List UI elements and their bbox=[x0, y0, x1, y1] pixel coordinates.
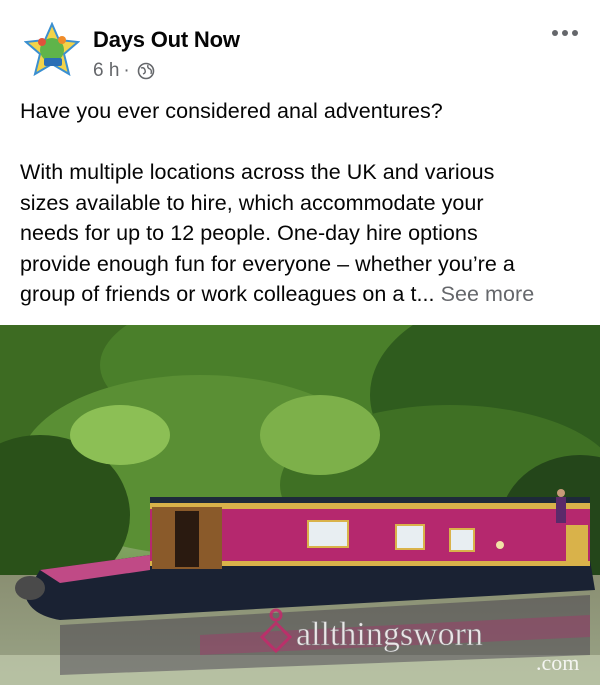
post-header: Days Out Now 6 h · bbox=[0, 0, 600, 92]
post-photo[interactable]: allthingsworn .com bbox=[0, 325, 600, 685]
post-body: Have you ever considered anal adventures… bbox=[20, 96, 586, 310]
watermark-brand: allthingsworn bbox=[296, 616, 483, 653]
post-line: sizes available to hire, which accommoda… bbox=[20, 190, 484, 215]
watermark-suffix: .com bbox=[536, 650, 579, 675]
post-line: Have you ever considered anal adventures… bbox=[20, 99, 443, 123]
post-line: needs for up to 12 people. One-day hire … bbox=[20, 221, 478, 245]
meta-separator: · bbox=[123, 60, 130, 81]
post-meta: 6 h · bbox=[93, 60, 155, 82]
page-name[interactable]: Days Out Now bbox=[93, 27, 240, 53]
post-line-text: group of friends or work colleagues on a… bbox=[20, 282, 435, 306]
post-line: provide enough fun for everyone – whethe… bbox=[20, 251, 515, 276]
globe-icon bbox=[137, 62, 155, 80]
more-options-icon[interactable] bbox=[552, 26, 580, 40]
post-time[interactable]: 6 h bbox=[93, 60, 119, 82]
post-line-last: group of friends or work colleagues on a… bbox=[20, 279, 586, 310]
see-more-link[interactable]: See more bbox=[441, 282, 535, 306]
page-avatar[interactable] bbox=[23, 21, 81, 78]
post-line: With multiple locations across the UK an… bbox=[20, 160, 495, 184]
